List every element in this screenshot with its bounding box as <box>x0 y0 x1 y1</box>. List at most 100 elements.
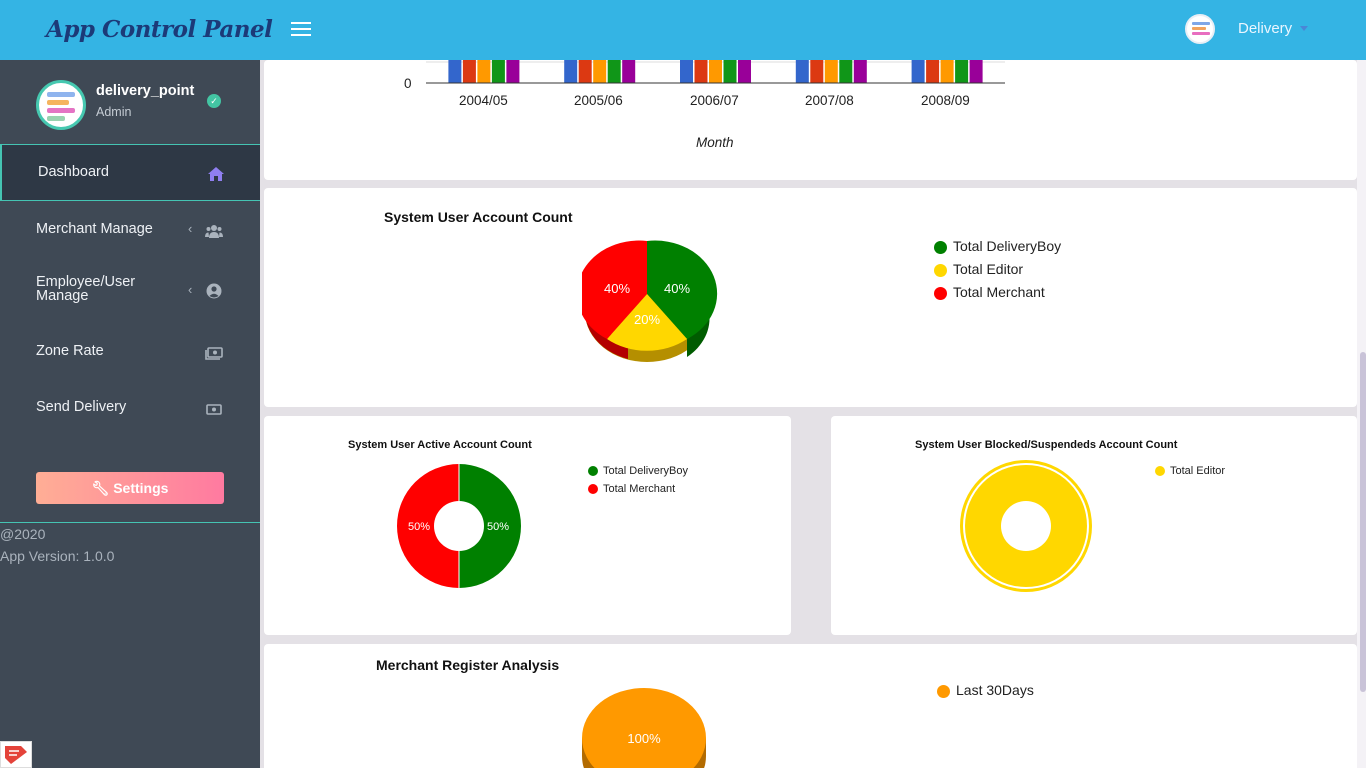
legend-dot-icon <box>588 466 598 477</box>
bar-segment[interactable] <box>940 60 954 83</box>
app-version-text: App Version: 1.0.0 <box>0 548 115 564</box>
money-icon <box>205 347 223 360</box>
bar-chart-card: 0 2004/05 2005/06 2006/07 2007/08 2008/0… <box>264 60 1357 180</box>
chart-title: Merchant Register Analysis <box>376 657 560 673</box>
bar-segment[interactable] <box>607 60 621 83</box>
bar-segment[interactable] <box>810 60 824 83</box>
bar-segment[interactable] <box>709 60 722 83</box>
pie-label: 20% <box>634 312 660 327</box>
chart-legend: Last 30Days <box>937 682 1034 698</box>
y-axis-tick: 0 <box>404 76 412 91</box>
legend-dot-icon <box>1155 466 1165 477</box>
user-dropdown-label[interactable]: Delivery <box>1238 20 1292 37</box>
copyright-text: @2020 <box>0 526 46 542</box>
x-axis-tick: 2005/06 <box>574 93 623 108</box>
sidebar-item-send-delivery[interactable]: Send Delivery <box>0 381 260 437</box>
chevron-left-icon: ‹ <box>188 221 193 236</box>
chart-legend: Total DeliveryBoy Total Editor Total Mer… <box>934 235 1061 304</box>
bar-segment[interactable] <box>477 60 491 83</box>
legend-dot-icon <box>934 263 947 277</box>
wrench-icon: 🔧︎ <box>91 480 110 496</box>
chevron-left-icon: ‹ <box>188 282 193 297</box>
bar-segment[interactable] <box>694 60 708 83</box>
pie-label: 40% <box>604 281 630 296</box>
sidebar: delivery_point Admin ✓ Dashboard Merchan… <box>0 60 260 768</box>
users-icon <box>205 225 223 238</box>
legend-item[interactable]: Total DeliveryBoy <box>588 462 688 480</box>
legend-dot-icon <box>588 484 598 495</box>
pie-slice-last-30-days[interactable] <box>582 688 706 768</box>
money-icon <box>206 404 222 415</box>
bar-segment[interactable] <box>926 60 940 83</box>
page-scrollbar-thumb[interactable] <box>1360 352 1366 692</box>
bar-segment[interactable] <box>824 60 838 83</box>
pie-label: 100% <box>627 731 661 746</box>
bar-segment[interactable] <box>723 60 737 83</box>
x-axis-tick: 2008/09 <box>921 93 970 108</box>
sidebar-item-employee-user-manage[interactable]: Employee/User Manage ‹ <box>0 257 260 325</box>
bar-segment[interactable] <box>448 60 462 83</box>
chevron-down-icon[interactable] <box>1300 26 1308 31</box>
sidebar-item-label: Send Delivery <box>36 399 127 415</box>
chart-title: System User Account Count <box>384 209 573 225</box>
x-axis-label: Month <box>696 135 734 150</box>
user-circle-icon <box>206 283 222 299</box>
legend-label: Total DeliveryBoy <box>953 238 1062 254</box>
chart-title: System User Active Account Count <box>348 439 532 451</box>
settings-button[interactable]: 🔧︎ Settings <box>36 472 224 504</box>
account-count-card: System User Account Count 40% 20% 40% To… <box>264 188 1357 407</box>
legend-label: Total Merchant <box>603 483 676 495</box>
bar-segment[interactable] <box>564 60 578 83</box>
pie-chart-3d: 40% 20% 40% <box>582 240 718 362</box>
bar-segment[interactable] <box>738 60 751 83</box>
donut-slice-editor[interactable] <box>960 460 1092 592</box>
bar-segment[interactable] <box>911 60 925 83</box>
sidebar-item-dashboard[interactable]: Dashboard <box>0 144 260 201</box>
donut-chart <box>960 460 1092 592</box>
chart-legend: Total DeliveryBoy Total Merchant <box>588 462 688 498</box>
donut-chart: 50% 50% <box>397 464 521 588</box>
blocked-account-card: System User Blocked/Suspendeds Account C… <box>831 416 1357 635</box>
legend-item[interactable]: Total Merchant <box>588 480 688 498</box>
bar-segment[interactable] <box>839 60 853 83</box>
verified-check-icon: ✓ <box>207 94 221 108</box>
bar-segment[interactable] <box>969 60 983 83</box>
sidebar-item-label: Zone Rate <box>36 343 104 359</box>
browser-extension-icon[interactable] <box>0 741 32 768</box>
bar-segment[interactable] <box>795 60 809 83</box>
pie-label: 50% <box>487 521 509 533</box>
chart-legend: Total Editor <box>1155 462 1225 480</box>
settings-button-label: Settings <box>113 480 169 496</box>
sidebar-item-zone-rate[interactable]: Zone Rate <box>0 325 260 381</box>
legend-label: Total DeliveryBoy <box>603 465 688 477</box>
app-brand[interactable]: App Control Panel <box>46 16 273 43</box>
x-axis-tick: 2006/07 <box>690 93 739 108</box>
x-axis-tick: 2004/05 <box>459 93 508 108</box>
bar-segment[interactable] <box>578 60 592 83</box>
home-icon <box>208 167 224 181</box>
bar-segment[interactable] <box>622 60 636 83</box>
bar-segment[interactable] <box>853 60 867 83</box>
sidebar-item-label: Merchant Manage <box>36 221 153 237</box>
profile-name: delivery_point <box>96 83 195 99</box>
user-avatar[interactable] <box>1185 14 1215 44</box>
hamburger-menu-icon[interactable] <box>291 22 311 38</box>
profile-role: Admin <box>96 105 132 119</box>
legend-label: Total Editor <box>953 261 1024 277</box>
legend-dot-icon <box>934 286 947 300</box>
legend-item[interactable]: Total DeliveryBoy <box>934 235 1061 258</box>
legend-item[interactable]: Total Editor <box>934 258 1061 281</box>
chart-title: System User Blocked/Suspendeds Account C… <box>915 439 1178 451</box>
legend-dot-icon <box>937 684 950 698</box>
bar-segment[interactable] <box>680 60 693 83</box>
sidebar-item-merchant-manage[interactable]: Merchant Manage ‹ <box>0 201 260 257</box>
bar-segment[interactable] <box>462 60 476 83</box>
legend-item[interactable]: Total Editor <box>1155 462 1225 480</box>
legend-item[interactable]: Total Merchant <box>934 281 1061 304</box>
bar-segment[interactable] <box>955 60 969 83</box>
legend-label: Total Editor <box>1170 465 1226 477</box>
bar-segment[interactable] <box>506 60 520 83</box>
bar-segment[interactable] <box>593 60 607 83</box>
bar-segment[interactable] <box>491 60 505 83</box>
legend-item[interactable]: Last 30Days <box>937 682 1034 698</box>
